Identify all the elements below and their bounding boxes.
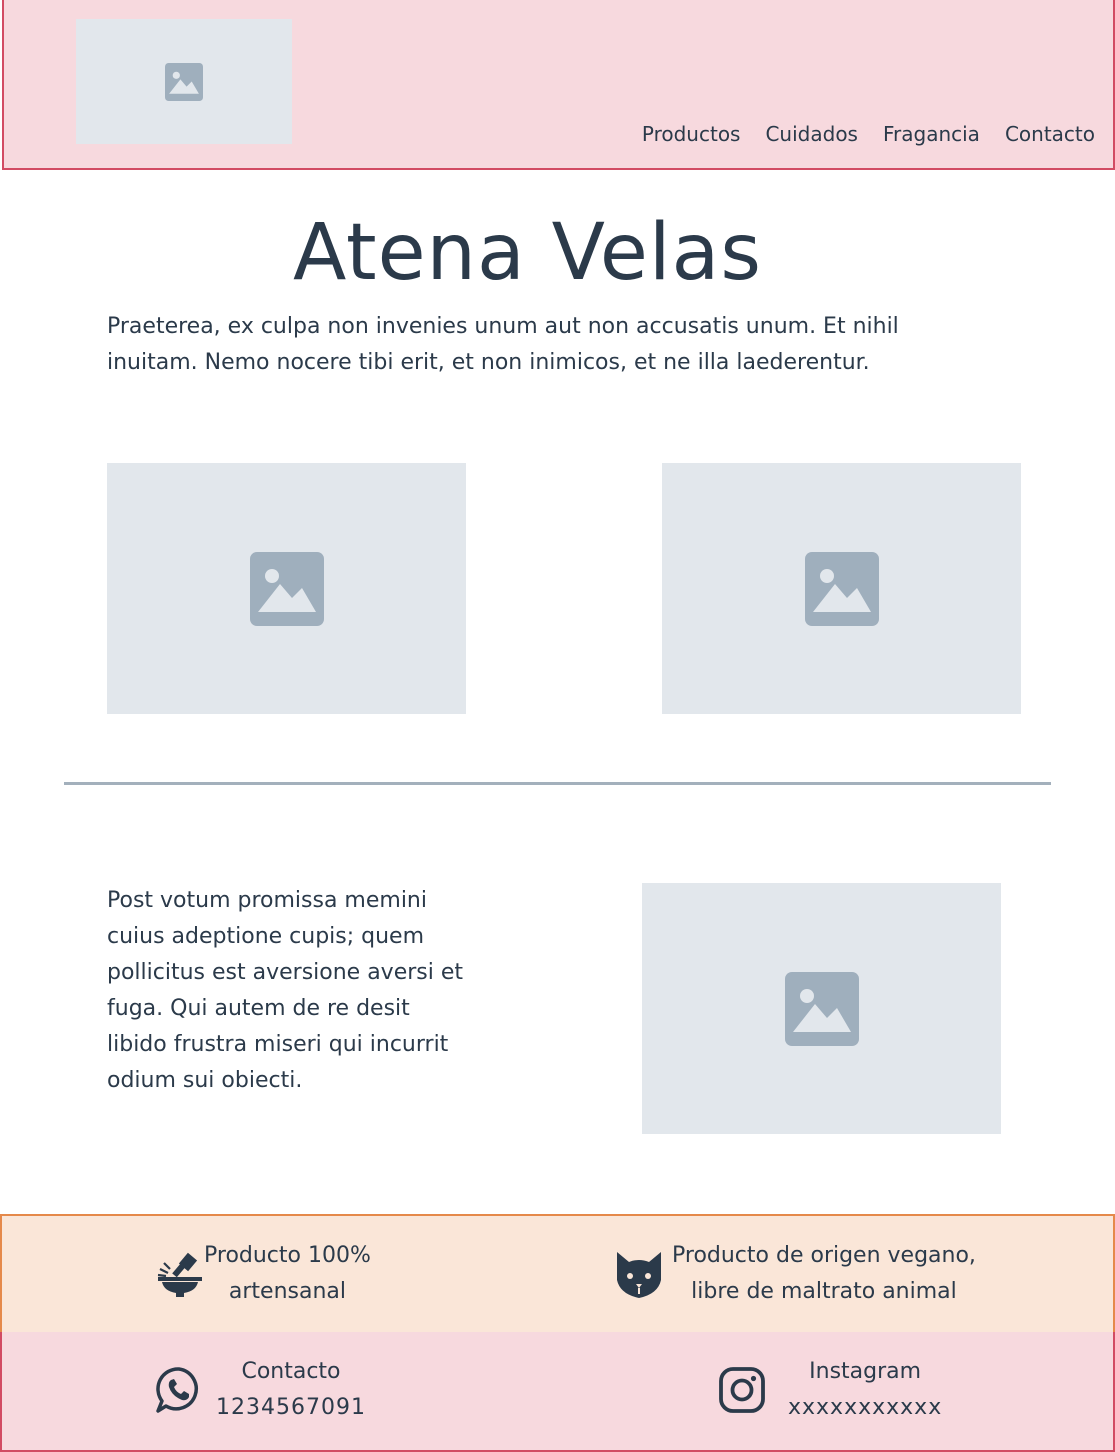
contact-instagram-label: Instagram xyxy=(809,1359,922,1384)
contact-phone-number: 1234567091 xyxy=(216,1395,366,1420)
image-placeholder-3 xyxy=(642,883,1001,1134)
contact-instagram[interactable]: Instagram xxxxxxxxxxx xyxy=(718,1354,942,1426)
contact-footer: Contacto 1234567091 Instagram xxxxxxxxxx… xyxy=(0,1332,1115,1452)
intro-paragraph: Praeterea, ex culpa non invenies unum au… xyxy=(107,314,899,375)
features-bar: Producto 100% artensanal Producto de ori… xyxy=(0,1214,1115,1334)
section-paragraph: Post votum promissa memini cuius adeptio… xyxy=(107,888,464,1093)
logo-image-placeholder xyxy=(76,19,292,144)
whatsapp-icon xyxy=(156,1367,198,1413)
image-placeholder-1 xyxy=(107,463,466,714)
image-icon xyxy=(249,551,324,626)
contact-phone[interactable]: Contacto 1234567091 xyxy=(154,1354,366,1426)
site-header: Productos Cuidados Fragancia Contacto xyxy=(2,0,1115,170)
contact-phone-text: Contacto 1234567091 xyxy=(216,1354,366,1426)
image-icon xyxy=(165,62,203,101)
nav-item-cuidados[interactable]: Cuidados xyxy=(765,122,858,146)
image-icon xyxy=(784,971,859,1046)
feature-handmade-line2: artensanal xyxy=(228,1279,346,1304)
main-nav: Productos Cuidados Fragancia Contacto xyxy=(642,122,1095,146)
feature-handmade: Producto 100% artensanal xyxy=(154,1238,371,1310)
section-divider xyxy=(64,782,1051,785)
image-icon xyxy=(804,551,879,626)
contact-instagram-text: Instagram xxxxxxxxxxx xyxy=(788,1354,942,1426)
cat-icon xyxy=(617,1252,661,1298)
feature-vegan: Producto de origen vegano, libre de malt… xyxy=(614,1238,976,1310)
instagram-icon xyxy=(719,1367,765,1413)
nav-item-productos[interactable]: Productos xyxy=(642,122,741,146)
nav-item-contacto[interactable]: Contacto xyxy=(1005,122,1095,146)
page-title: Atena Velas xyxy=(293,208,762,298)
nav-item-fragancia[interactable]: Fragancia xyxy=(883,122,980,146)
feature-vegan-text: Producto de origen vegano, libre de malt… xyxy=(672,1238,976,1310)
image-placeholder-2 xyxy=(662,463,1021,714)
feature-vegan-line2: libre de maltrato animal xyxy=(691,1279,957,1304)
feature-handmade-text: Producto 100% artensanal xyxy=(204,1238,371,1310)
contact-instagram-handle: xxxxxxxxxxx xyxy=(788,1395,943,1420)
feature-vegan-line1: Producto de origen vegano, xyxy=(672,1243,976,1268)
contact-phone-label: Contacto xyxy=(241,1359,341,1384)
mortar-pestle-icon xyxy=(157,1252,202,1297)
feature-handmade-line1: Producto 100% xyxy=(204,1243,371,1268)
